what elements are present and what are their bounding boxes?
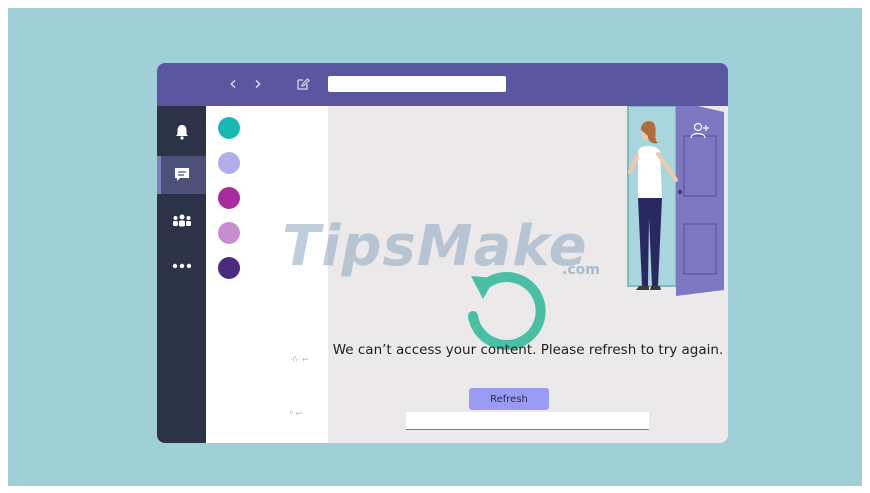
faint-label: ·ñ· ↩ [290, 355, 309, 364]
rail-item-more[interactable] [157, 247, 206, 285]
search-input[interactable] [328, 76, 506, 92]
title-bar: ‹ › [157, 63, 728, 106]
chevron-right-icon[interactable]: › [254, 73, 262, 93]
compose-icon[interactable] [296, 77, 310, 91]
rail-item-activity[interactable] [157, 113, 206, 151]
more-icon [172, 263, 191, 269]
message-input[interactable] [406, 412, 649, 430]
avatar[interactable] [218, 257, 240, 279]
watermark-logo: TipsMake [282, 214, 588, 279]
chevron-left-icon[interactable]: ‹ [229, 73, 237, 93]
chat-icon [174, 168, 189, 181]
avatar[interactable] [218, 222, 240, 244]
avatar[interactable] [218, 117, 240, 139]
rail-item-chat[interactable] [157, 156, 206, 194]
error-message: We can’t access your content. Please ref… [332, 342, 724, 358]
avatar[interactable] [218, 187, 240, 209]
refresh-button[interactable]: Refresh [469, 388, 549, 410]
teams-icon [172, 214, 191, 227]
rail-item-teams[interactable] [157, 202, 206, 240]
faint-label: ᵇ ↩ [290, 409, 302, 418]
avatar[interactable] [218, 152, 240, 174]
watermark-suffix: .com [562, 262, 600, 278]
app-rail [157, 106, 206, 443]
person-at-door-illustration [627, 106, 724, 296]
bell-icon [175, 125, 188, 140]
